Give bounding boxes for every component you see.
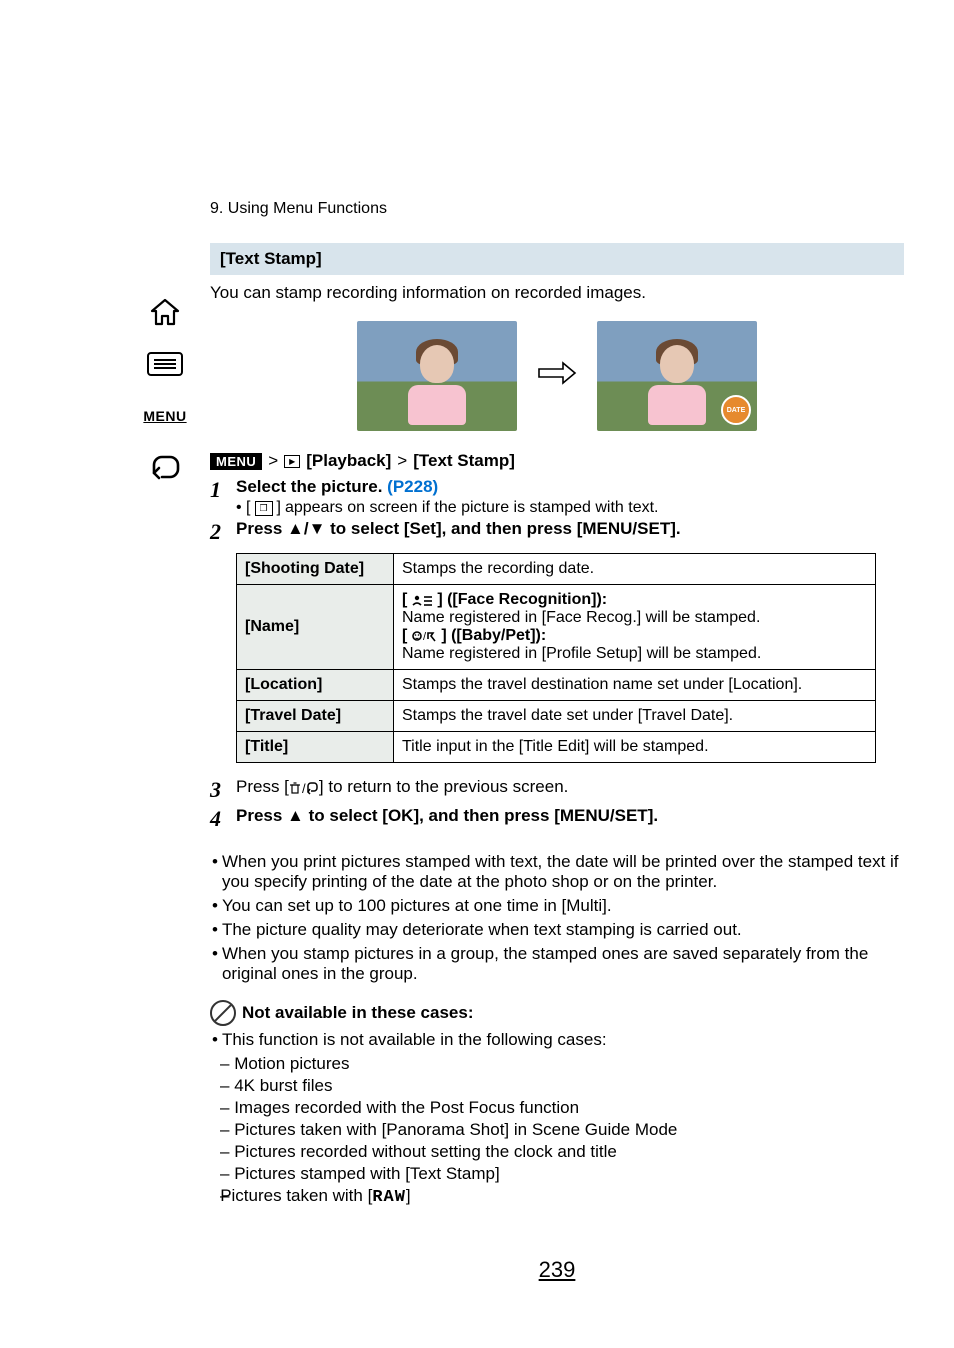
table-row: [Name] [] ([Face Recognition]): Name reg…: [237, 585, 876, 670]
step-1: 1 Select the picture. (P228) • [❒] appea…: [210, 477, 904, 517]
feature-title: [Text Stamp]: [210, 243, 904, 275]
setting-desc: [] ([Face Recognition]): Name registered…: [394, 585, 876, 670]
arrow-icon: >: [268, 451, 278, 471]
svg-text:/: /: [423, 631, 427, 643]
list-item: Pictures taken with [Panorama Shot] in S…: [210, 1120, 904, 1140]
step-sub-note: • [❒] appears on screen if the picture i…: [236, 499, 904, 517]
setting-desc: Title input in the [Title Edit] will be …: [394, 732, 876, 763]
step-text: Press ▲/▼ to select [Set], and then pres…: [236, 519, 681, 538]
arrow-right-icon: [537, 360, 577, 392]
step-number: 1: [210, 477, 236, 517]
sample-image-before: [357, 321, 517, 431]
date-stamp-icon: DATE: [721, 395, 751, 425]
list-item: 4K burst files: [210, 1076, 904, 1096]
setting-label: [Shooting Date]: [237, 554, 394, 585]
step-text: Press ▲ to select [OK], and then press […: [236, 806, 658, 825]
menu-badge: MENU: [210, 453, 262, 470]
example-image-row: DATE: [210, 321, 904, 431]
chapter-heading: 9. Using Menu Functions: [210, 200, 904, 218]
step-text-b: ] to return to the previous screen.: [319, 777, 568, 796]
notes-list: When you print pictures stamped with tex…: [210, 852, 904, 984]
feature-intro: You can stamp recording information on r…: [210, 283, 904, 303]
step-number: 2: [210, 519, 236, 545]
setting-desc: Stamps the recording date.: [394, 554, 876, 585]
step-3: 3 Press [ / ] to return to the previous sc…: [210, 777, 904, 803]
prohibit-icon: [210, 1000, 236, 1026]
table-row: [Title] Title input in the [Title Edit] …: [237, 732, 876, 763]
trash-back-icon: /: [289, 777, 319, 796]
face-recog-icon: [411, 593, 433, 607]
table-row: [Travel Date] Stamps the travel date set…: [237, 701, 876, 732]
table-row: [Shooting Date] Stamps the recording dat…: [237, 554, 876, 585]
note-item: You can set up to 100 pictures at one ti…: [222, 896, 612, 916]
note-item: When you print pictures stamped with tex…: [222, 852, 904, 892]
step-text-a: Press [: [236, 777, 289, 796]
list-item: Pictures taken with [RAW]: [210, 1186, 904, 1207]
settings-table: [Shooting Date] Stamps the recording dat…: [236, 553, 876, 763]
step-4: 4 Press ▲ to select [OK], and then press…: [210, 806, 904, 832]
menu-path: MENU > ▶ [Playback] > [Text Stamp]: [210, 451, 904, 471]
page-number: 239: [210, 1257, 904, 1283]
list-item: Motion pictures: [210, 1054, 904, 1074]
na-intro: This function is not available in the fo…: [222, 1030, 607, 1050]
raw-icon: RAW: [372, 1188, 406, 1207]
page-content: 9. Using Menu Functions [Text Stamp] You…: [0, 0, 954, 1333]
text-stamp-mark-icon: ❒: [255, 501, 273, 516]
note-item: The picture quality may deteriorate when…: [222, 920, 742, 940]
table-row: [Location] Stamps the travel destination…: [237, 670, 876, 701]
not-available-heading: Not available in these cases:: [210, 1000, 904, 1026]
step-2: 2 Press ▲/▼ to select [Set], and then pr…: [210, 519, 904, 545]
step-number: 4: [210, 806, 236, 832]
setting-desc: Stamps the travel destination name set u…: [394, 670, 876, 701]
list-item: Pictures stamped with [Text Stamp]: [210, 1164, 904, 1184]
setting-label: [Title]: [237, 732, 394, 763]
setting-label: [Name]: [237, 585, 394, 670]
setting-desc: Stamps the travel date set under [Travel…: [394, 701, 876, 732]
note-item: When you stamp pictures in a group, the …: [222, 944, 904, 984]
menu-playback-label: [Playback]: [306, 451, 391, 471]
list-item: Pictures recorded without setting the cl…: [210, 1142, 904, 1162]
page-link[interactable]: (P228): [387, 477, 438, 496]
baby-pet-icon: /: [411, 629, 437, 643]
sample-image-after: DATE: [597, 321, 757, 431]
step-text: Select the picture.: [236, 477, 387, 496]
list-item: Images recorded with the Post Focus func…: [210, 1098, 904, 1118]
menu-target-label: [Text Stamp]: [413, 451, 515, 471]
step-number: 3: [210, 777, 236, 803]
setting-label: [Location]: [237, 670, 394, 701]
not-available-list: Motion pictures 4K burst files Images re…: [210, 1054, 904, 1207]
setting-label: [Travel Date]: [237, 701, 394, 732]
svg-text:/: /: [302, 781, 306, 795]
playback-icon: ▶: [284, 455, 300, 468]
arrow-icon: >: [397, 451, 407, 471]
